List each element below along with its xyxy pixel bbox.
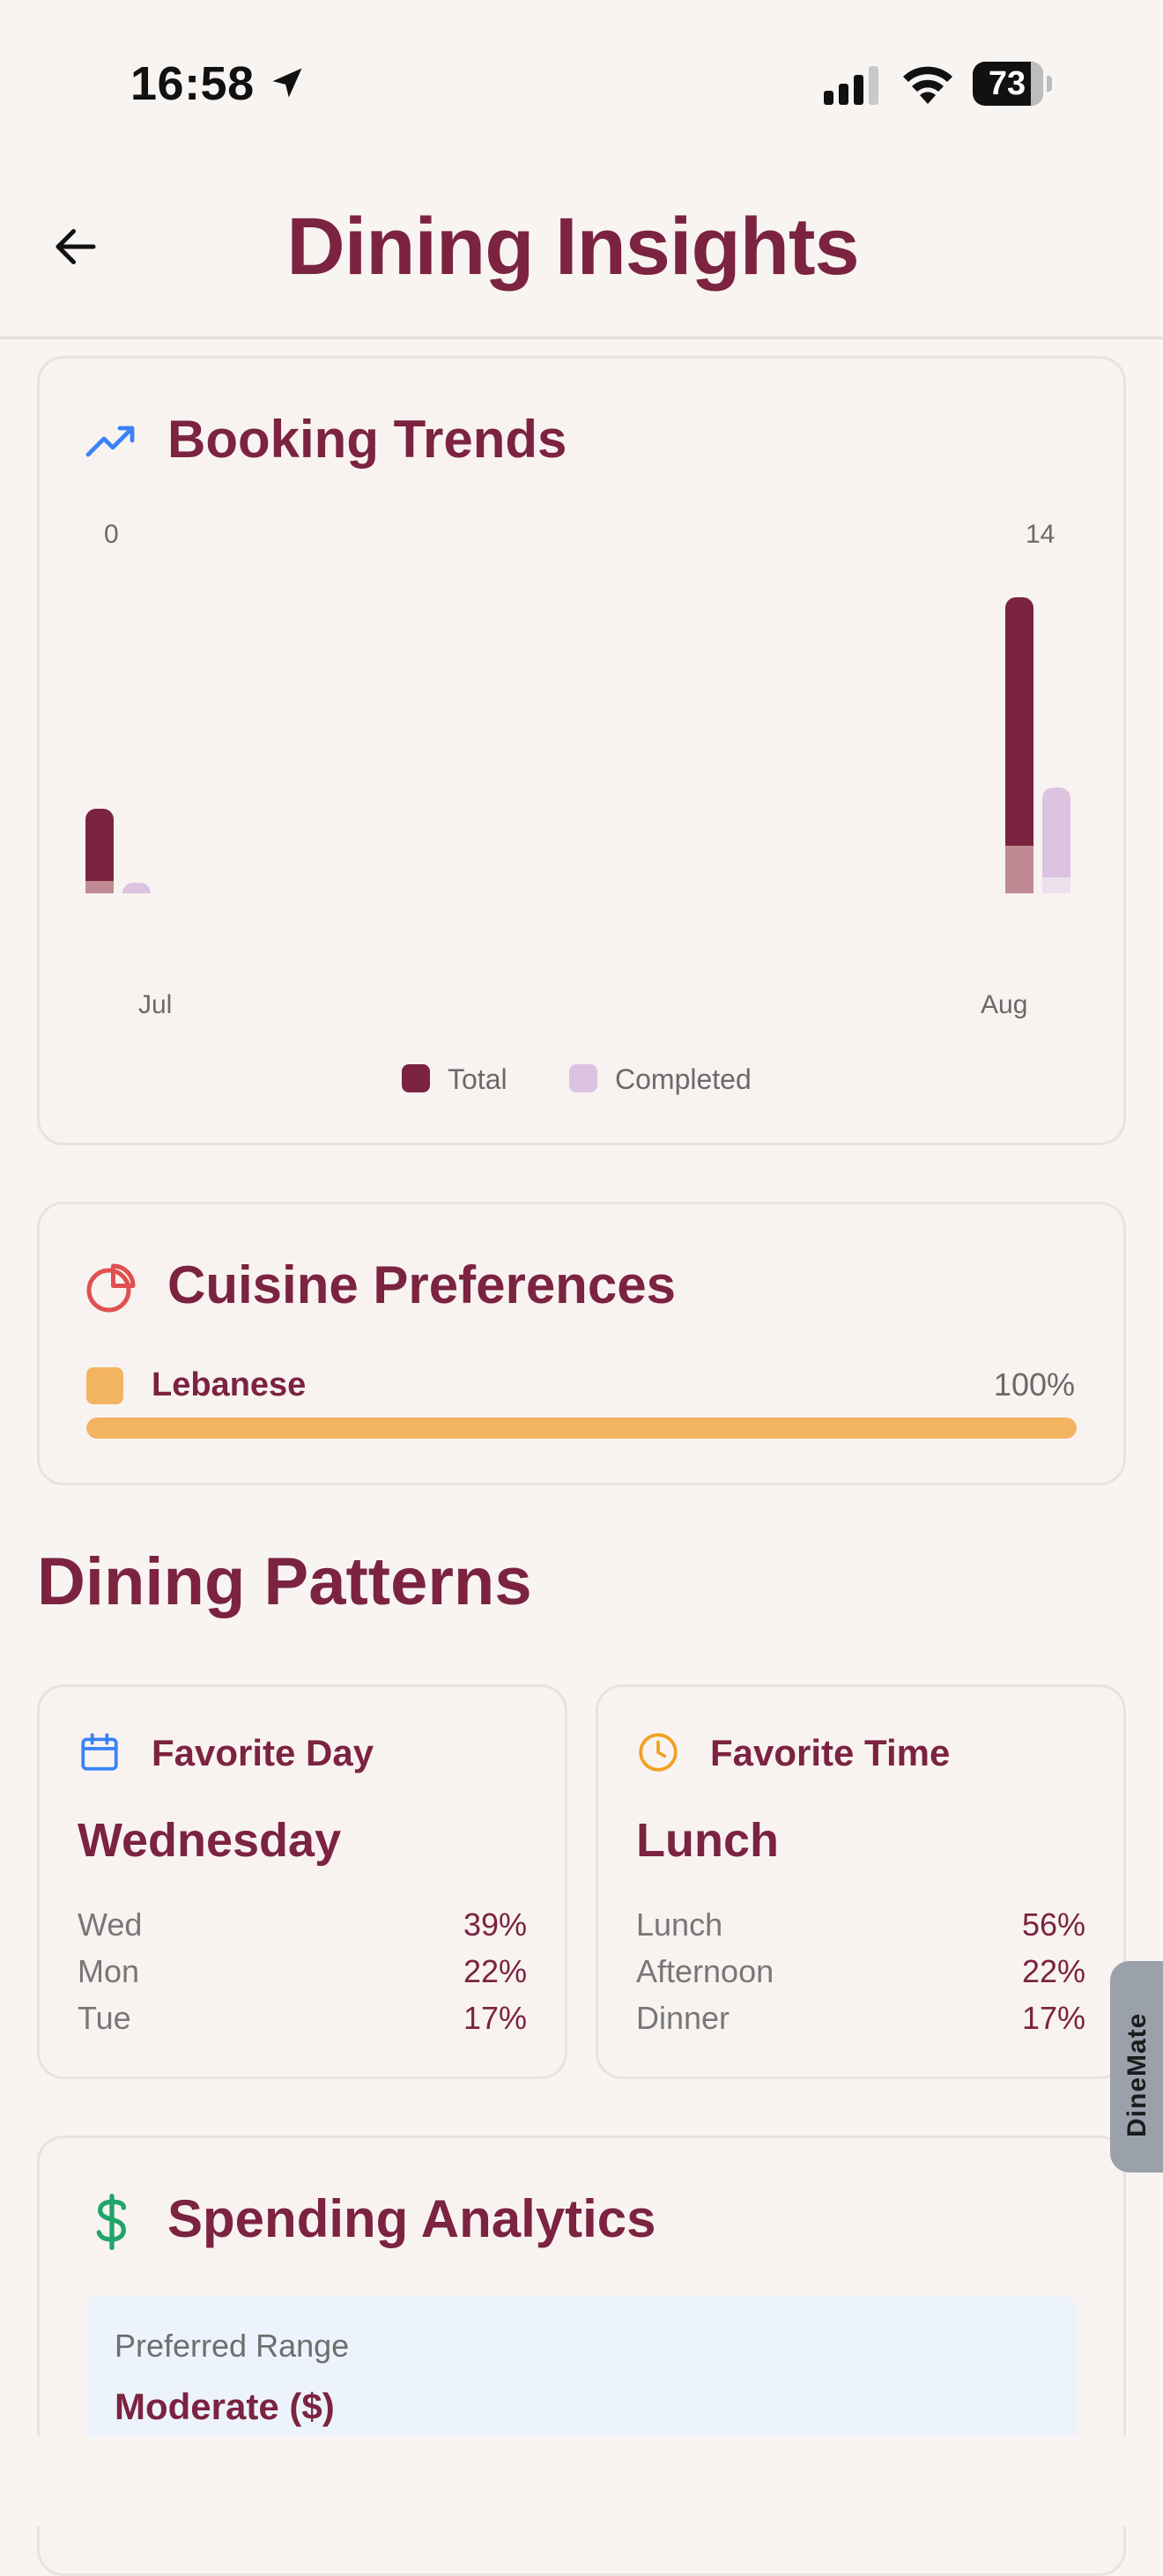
legend-swatch-total bbox=[402, 1064, 430, 1092]
dinemate-side-tab[interactable]: DineMate bbox=[1110, 1961, 1163, 2173]
legend-label-completed: Completed bbox=[615, 1063, 752, 1095]
favorite-time-value: Lunch bbox=[636, 1814, 779, 1867]
favorite-day-label: Favorite Day bbox=[152, 1732, 374, 1773]
calendar-icon bbox=[81, 1733, 118, 1771]
page-title: Dining Insights bbox=[286, 202, 859, 292]
time-row-value: 22% bbox=[1021, 1953, 1085, 1989]
day-row-value: 39% bbox=[463, 1906, 527, 1943]
side-tab-label: DineMate bbox=[1122, 2012, 1152, 2137]
day-row-value: 17% bbox=[463, 2000, 527, 2036]
trending-up-icon bbox=[85, 426, 135, 457]
favorite-time-label: Favorite Time bbox=[710, 1732, 951, 1773]
chart-x-label-aug: Aug bbox=[981, 990, 1028, 1019]
time-row-label: Dinner bbox=[636, 2000, 730, 2036]
cuisine-swatch bbox=[86, 1367, 123, 1404]
day-row-value: 22% bbox=[463, 1953, 527, 1989]
pie-chart-icon bbox=[86, 1263, 136, 1313]
booking-trends-card bbox=[37, 356, 1126, 1145]
cuisine-progress-bar bbox=[86, 1418, 1077, 1439]
time-row-label: Afternoon bbox=[636, 1953, 774, 1989]
wifi-icon bbox=[903, 66, 952, 104]
spending-analytics-title: Spending Analytics bbox=[167, 2189, 656, 2248]
day-row-label: Wed bbox=[78, 1906, 143, 1943]
clock-icon bbox=[639, 1733, 678, 1772]
day-row-label: Tue bbox=[78, 2000, 131, 2036]
day-row-label: Mon bbox=[78, 1953, 140, 1989]
legend-swatch-completed bbox=[569, 1064, 597, 1092]
cuisine-preferences-title: Cuisine Preferences bbox=[167, 1255, 676, 1314]
cuisine-preferences-card bbox=[37, 1202, 1126, 1485]
cuisine-name: Lebanese bbox=[152, 1366, 307, 1403]
cellular-signal-icon bbox=[824, 66, 878, 105]
time-row-value: 17% bbox=[1021, 2000, 1085, 2036]
preferred-range-value: Moderate ($) bbox=[115, 2386, 335, 2427]
chart-x-label-jul: Jul bbox=[138, 990, 173, 1019]
chart-bar-completed-jul bbox=[122, 883, 151, 893]
dollar-icon bbox=[96, 2194, 127, 2250]
booking-trends-title: Booking Trends bbox=[167, 410, 567, 469]
preferred-range-label: Preferred Range bbox=[115, 2328, 350, 2364]
dining-patterns-title: Dining Patterns bbox=[37, 1544, 532, 1619]
chart-tick-label: 14 bbox=[1026, 520, 1056, 549]
cuisine-percent: 100% bbox=[993, 1366, 1075, 1403]
bottom-strip bbox=[0, 2436, 1163, 2527]
location-arrow-icon bbox=[272, 68, 302, 98]
favorite-day-value: Wednesday bbox=[78, 1814, 342, 1867]
status-time: 16:58 bbox=[130, 57, 255, 110]
legend-label-total: Total bbox=[448, 1063, 507, 1095]
chart-bar-base-total-aug bbox=[1005, 846, 1033, 893]
time-row-label: Lunch bbox=[636, 1906, 723, 1943]
chart-bar-base-completed-aug bbox=[1042, 877, 1070, 893]
battery-level: 73 bbox=[988, 65, 1026, 102]
chart-tick-label: 0 bbox=[104, 520, 119, 549]
status-bar: 16:58 73 bbox=[0, 0, 1163, 167]
cuisine-progress-fill bbox=[86, 1418, 1077, 1439]
chart-bar-base-total-jul bbox=[85, 881, 114, 893]
battery-icon: 73 bbox=[973, 62, 1054, 106]
time-row-value: 56% bbox=[1021, 1906, 1085, 1943]
